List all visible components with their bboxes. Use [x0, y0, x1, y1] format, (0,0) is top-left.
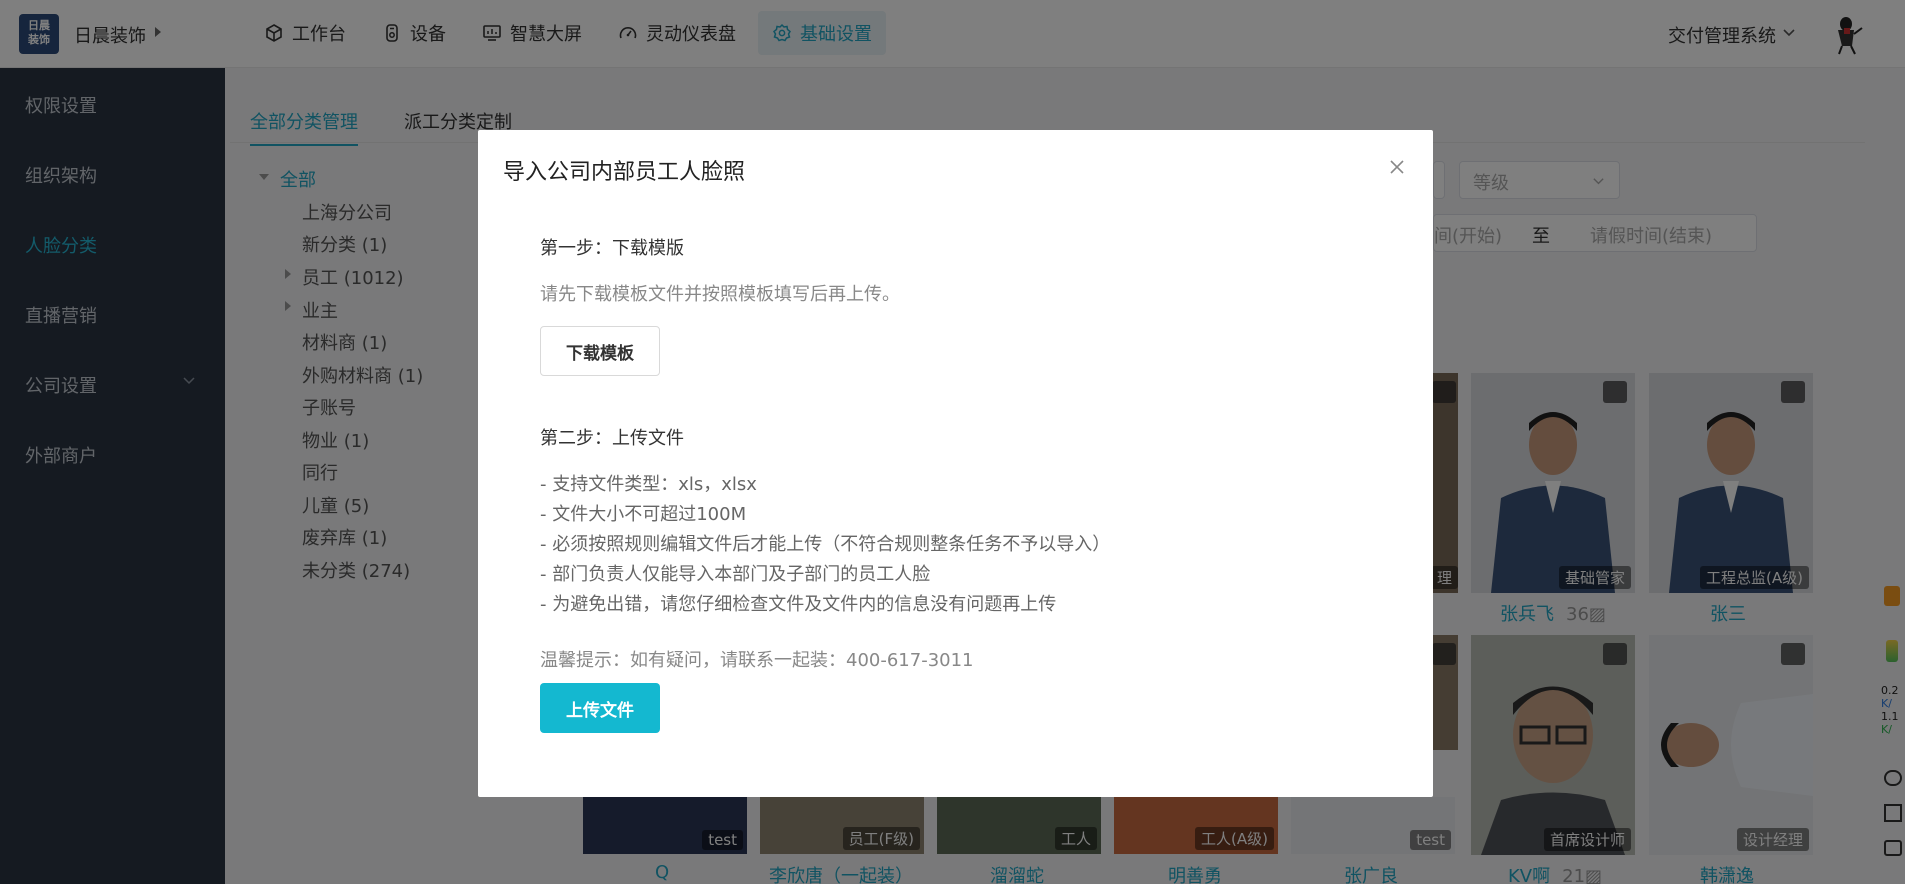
download-template-button[interactable]: 下载模板: [540, 326, 660, 376]
upload-file-button[interactable]: 上传文件: [540, 683, 660, 733]
step1-title: 第一步：下载模版: [540, 238, 684, 259]
upload-rule: - 为避免出错，请您仔细检查文件及文件内的信息没有问题再上传: [540, 594, 1057, 615]
contact-tip: 温馨提示：如有疑问，请联系一起装：400-617-3011: [540, 650, 974, 671]
upload-rule: - 必须按照规则编辑文件后才能上传（不符合规则整条任务不予以导入）: [540, 534, 1111, 555]
upload-rule: - 文件大小不可超过100M: [540, 504, 747, 525]
dialog-title: 导入公司内部员工人脸照: [503, 160, 746, 185]
upload-rule: - 支持文件类型：xls，xlsx: [540, 474, 757, 495]
upload-rule: - 部门负责人仅能导入本部门及子部门的员工人脸: [540, 564, 931, 585]
step2-title: 第二步：上传文件: [540, 428, 684, 449]
close-icon[interactable]: [1388, 158, 1406, 176]
step1-hint: 请先下载模板文件并按照模板填写后再上传。: [540, 284, 900, 305]
import-dialog: 导入公司内部员工人脸照 第一步：下载模版 请先下载模板文件并按照模板填写后再上传…: [478, 130, 1433, 797]
